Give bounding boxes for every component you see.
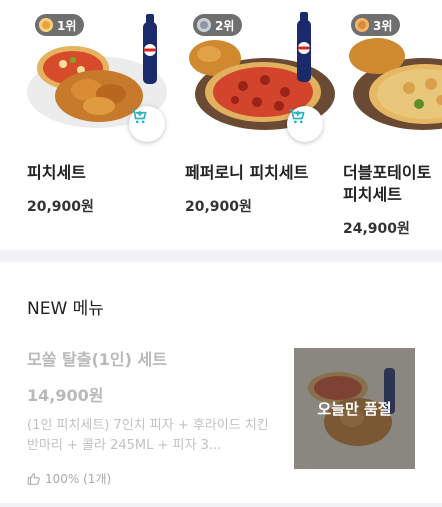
rank-badge: 1위 bbox=[35, 14, 85, 36]
product-price: 20,900원 bbox=[185, 199, 252, 215]
product-image[interactable]: 1위 bbox=[27, 10, 177, 142]
bottom-divider bbox=[0, 503, 442, 507]
rating-text: 100% (1개) bbox=[45, 472, 112, 486]
menu-item-rating: 100% (1개) bbox=[27, 470, 277, 487]
rank-badge: 3위 bbox=[351, 14, 401, 36]
add-to-cart-button[interactable] bbox=[129, 106, 165, 142]
rank-label: 1위 bbox=[57, 18, 77, 33]
product-price: 20,900원 bbox=[27, 199, 94, 215]
medal-icon bbox=[197, 18, 211, 32]
product-name[interactable]: 피치세트 bbox=[27, 162, 137, 184]
menu-item[interactable]: 모쏠 탈출(1인) 세트 14,900원 (1인 피치세트) 7인치 피자 + … bbox=[27, 346, 277, 487]
ranking-card-1[interactable]: 1위 피치세트 20,900원 bbox=[27, 10, 177, 215]
ranking-card-2[interactable]: 2위 페퍼로니 피치세트 20,900원 bbox=[185, 10, 335, 215]
thumbs-up-icon bbox=[27, 472, 40, 485]
product-image[interactable]: 3위 bbox=[343, 10, 442, 138]
product-price: 24,900원 bbox=[343, 221, 410, 237]
product-name[interactable]: 페퍼로니 피치세트 bbox=[185, 162, 335, 184]
add-to-cart-button[interactable] bbox=[287, 106, 323, 142]
rank-label: 2위 bbox=[215, 18, 235, 33]
cart-plus-icon bbox=[289, 109, 305, 124]
rank-label: 3위 bbox=[373, 18, 393, 33]
product-image[interactable]: 2위 bbox=[185, 10, 335, 142]
new-menu-title: NEW 메뉴 bbox=[27, 299, 104, 319]
rank-badge: 2위 bbox=[193, 14, 243, 36]
menu-item-price: 14,900원 bbox=[27, 386, 104, 405]
medal-icon bbox=[39, 18, 53, 32]
cart-plus-icon bbox=[131, 109, 147, 124]
ranking-card-3[interactable]: 3위 더블포테이토 피치세트 24,900원 bbox=[343, 10, 442, 237]
menu-item-title[interactable]: 모쏠 탈출(1인) 세트 bbox=[27, 346, 277, 370]
menu-item-image[interactable]: 오늘만 품절 bbox=[294, 348, 415, 469]
menu-item-description: (1인 피치세트) 7인치 피자 + 후라이드 치킨 반마리 + 콜라 245M… bbox=[27, 418, 269, 453]
medal-icon bbox=[355, 18, 369, 32]
ranking-carousel[interactable]: 1위 피치세트 20,900원 2위 페퍼로니 피치세트 20,900원 3위 … bbox=[0, 0, 442, 250]
soldout-overlay: 오늘만 품절 bbox=[294, 348, 415, 469]
section-divider bbox=[0, 250, 442, 262]
product-name[interactable]: 더블포테이토 피치세트 bbox=[343, 162, 442, 206]
